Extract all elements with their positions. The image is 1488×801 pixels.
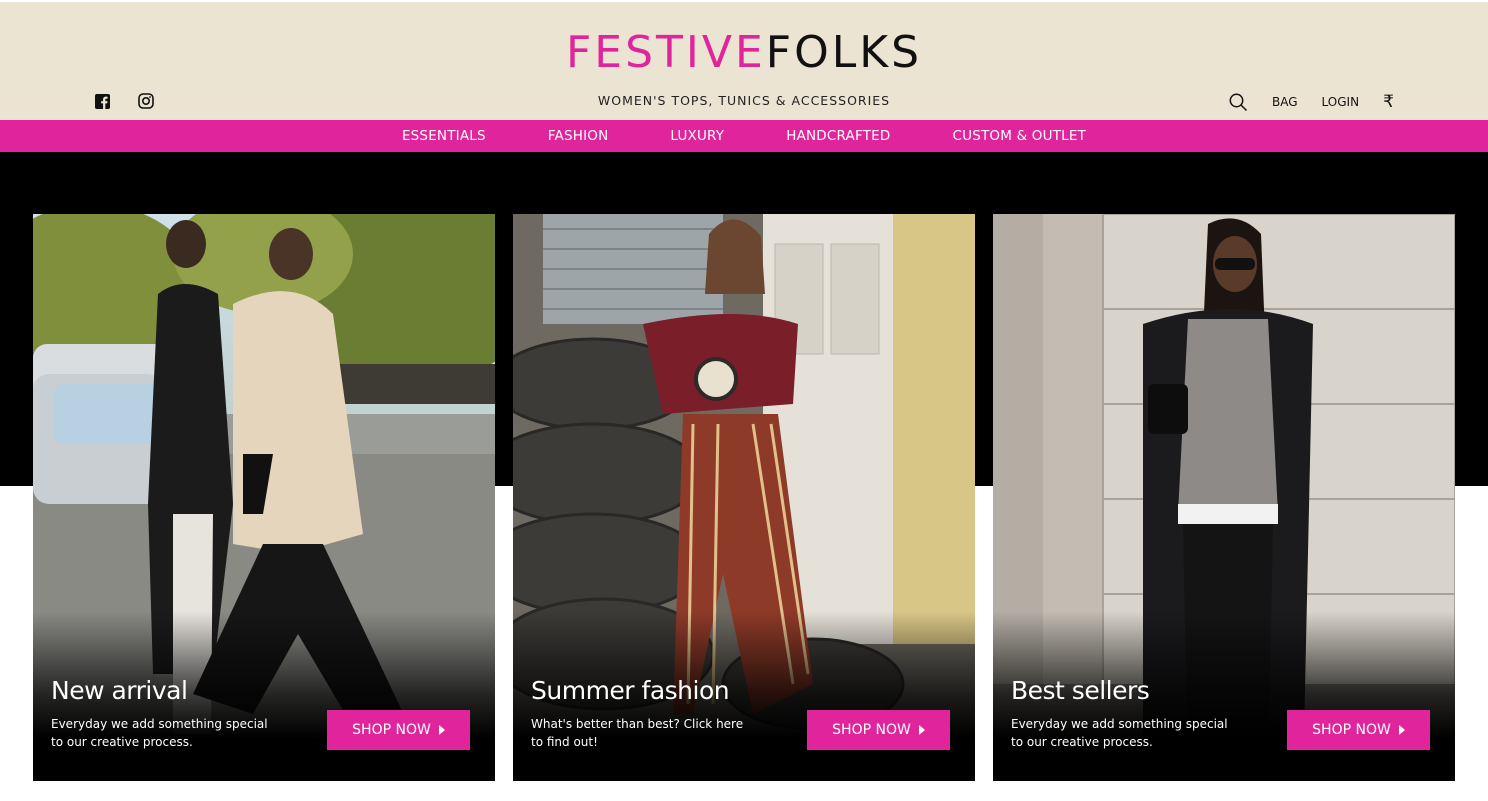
shop-now-label: SHOP NOW <box>832 722 911 738</box>
logo-part-2: FOLKS <box>765 27 923 78</box>
card-description: Everyday we add something special to our… <box>51 717 268 749</box>
nav-item-custom-outlet[interactable]: CUSTOM & OUTLET <box>953 128 1087 144</box>
bag-link[interactable]: BAG <box>1272 95 1298 109</box>
play-arrow-icon <box>1398 725 1405 735</box>
card-description: Everyday we add something special to our… <box>1011 717 1228 749</box>
nav-item-handcrafted[interactable]: HANDCRAFTED <box>786 128 890 144</box>
promo-card-summer-fashion[interactable]: Summer fashion What's better than best? … <box>513 214 975 781</box>
card-title: Best sellers <box>1011 676 1150 705</box>
currency-selector[interactable]: ₹ <box>1383 92 1394 112</box>
brand-logo[interactable]: FESTIVEFOLKS <box>0 28 1488 78</box>
nav-item-luxury[interactable]: LUXURY <box>670 128 724 144</box>
card-description: What's better than best? Click here to f… <box>531 717 744 749</box>
promo-card-best-sellers[interactable]: Best sellers Everyday we add something s… <box>993 214 1455 781</box>
shop-now-button[interactable]: SHOP NOW <box>1287 710 1430 750</box>
promo-card-new-arrival[interactable]: New arrival Everyday we add something sp… <box>33 214 495 781</box>
shop-now-button[interactable]: SHOP NOW <box>327 710 470 750</box>
play-arrow-icon <box>438 725 445 735</box>
nav-item-fashion[interactable]: FASHION <box>548 128 609 144</box>
play-arrow-icon <box>918 725 925 735</box>
shop-now-label: SHOP NOW <box>1312 722 1391 738</box>
site-header: FESTIVEFOLKS WOMEN'S TOPS, TUNICS & ACCE… <box>0 2 1488 120</box>
shop-now-label: SHOP NOW <box>352 722 431 738</box>
login-link[interactable]: LOGIN <box>1322 95 1360 109</box>
shop-now-button[interactable]: SHOP NOW <box>807 710 950 750</box>
header-actions: BAG LOGIN ₹ <box>1228 91 1394 113</box>
search-icon[interactable] <box>1228 92 1248 112</box>
main-nav: ESSENTIALS FASHION LUXURY HANDCRAFTED CU… <box>0 120 1488 152</box>
card-title: New arrival <box>51 676 188 705</box>
logo-part-1: FESTIVE <box>565 27 766 78</box>
nav-item-essentials[interactable]: ESSENTIALS <box>402 128 486 144</box>
card-title: Summer fashion <box>531 676 730 705</box>
